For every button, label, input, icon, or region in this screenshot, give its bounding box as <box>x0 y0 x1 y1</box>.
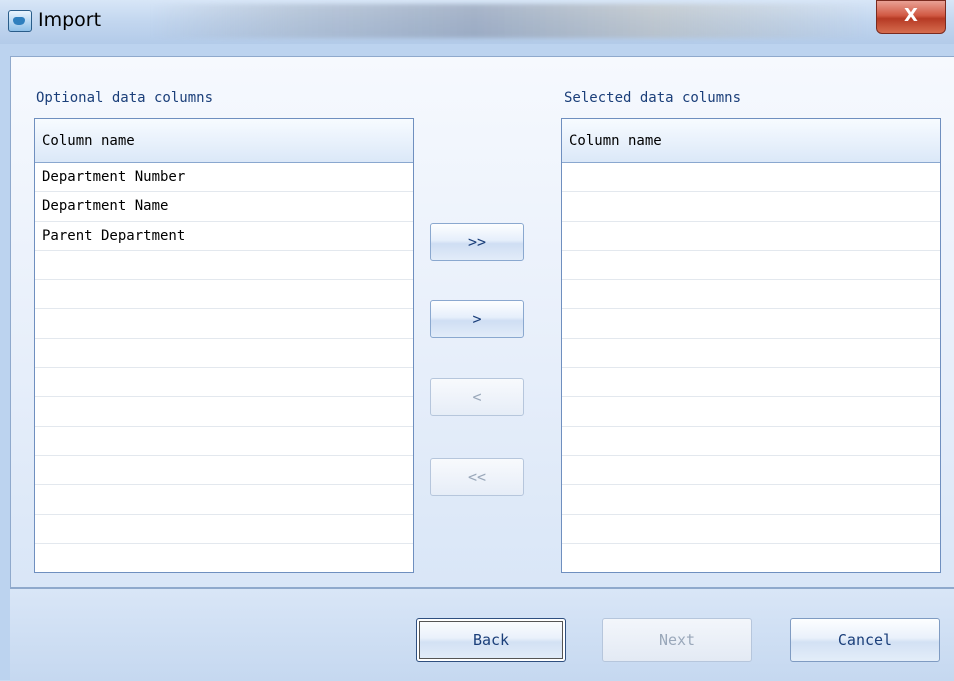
selected-row[interactable] <box>562 251 940 281</box>
selected-row[interactable] <box>562 163 940 193</box>
optional-rows: Department Number Department Name Parent D… <box>35 163 413 572</box>
selected-columns-label: Selected data columns <box>564 90 742 106</box>
optional-row[interactable] <box>35 544 413 572</box>
selected-row[interactable] <box>562 485 940 515</box>
close-button[interactable]: X <box>876 0 946 34</box>
back-button[interactable]: Back <box>416 618 566 662</box>
selected-columns-grid[interactable]: Column name <box>561 118 941 573</box>
window-title: Import <box>38 9 102 31</box>
optional-row[interactable] <box>35 485 413 515</box>
optional-row[interactable] <box>35 251 413 281</box>
selected-rows <box>562 163 940 572</box>
optional-row[interactable] <box>35 456 413 486</box>
optional-row[interactable]: Department Name <box>35 192 413 222</box>
remove-all-button[interactable]: << <box>430 458 524 496</box>
cancel-button[interactable]: Cancel <box>790 618 940 662</box>
optional-row[interactable] <box>35 397 413 427</box>
optional-row[interactable] <box>35 515 413 544</box>
optional-row[interactable] <box>35 309 413 339</box>
selected-row[interactable] <box>562 397 940 427</box>
optional-row[interactable]: Parent Department <box>35 222 413 251</box>
optional-row[interactable] <box>35 368 413 398</box>
selected-row[interactable] <box>562 544 940 572</box>
next-button[interactable]: Next <box>602 618 752 662</box>
selected-row[interactable] <box>562 309 940 339</box>
selected-row[interactable] <box>562 427 940 456</box>
selected-row[interactable] <box>562 192 940 222</box>
optional-column-header[interactable]: Column name <box>35 119 413 163</box>
selected-row[interactable] <box>562 368 940 398</box>
optional-row[interactable]: Department Number <box>35 163 413 193</box>
optional-row[interactable] <box>35 280 413 310</box>
selected-row[interactable] <box>562 222 940 251</box>
selected-column-header[interactable]: Column name <box>562 119 940 163</box>
title-bar[interactable]: Import X <box>0 0 954 44</box>
import-dialog: Import X Optional data columns Selected … <box>0 0 954 681</box>
selected-row[interactable] <box>562 515 940 544</box>
optional-row[interactable] <box>35 339 413 369</box>
remove-button[interactable]: < <box>430 378 524 416</box>
selected-row[interactable] <box>562 339 940 369</box>
app-import-icon <box>8 10 32 32</box>
optional-columns-grid[interactable]: Column name Department Number Department … <box>34 118 414 573</box>
add-all-button[interactable]: >> <box>430 223 524 261</box>
optional-row[interactable] <box>35 427 413 456</box>
selected-row[interactable] <box>562 280 940 310</box>
add-button[interactable]: > <box>430 300 524 338</box>
optional-columns-label: Optional data columns <box>36 90 214 106</box>
selected-row[interactable] <box>562 456 940 486</box>
titlebar-background <box>150 4 870 38</box>
